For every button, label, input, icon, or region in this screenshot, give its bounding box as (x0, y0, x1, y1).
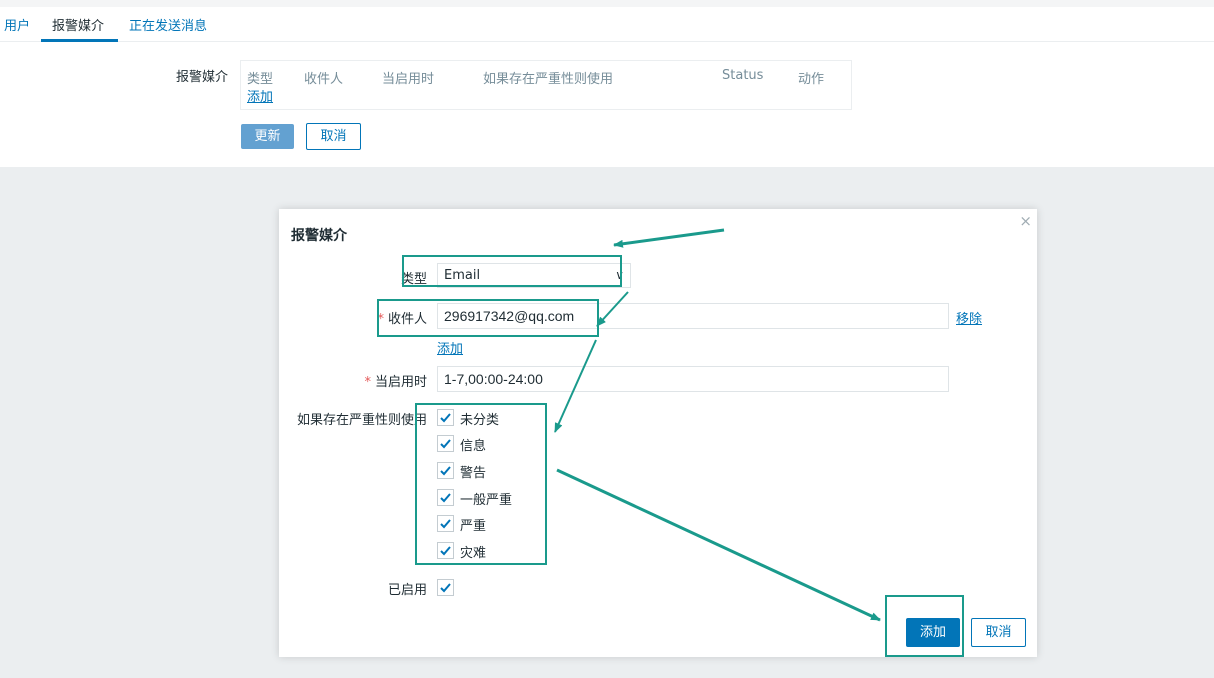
severity-label-warning: 警告 (460, 466, 487, 481)
add-button[interactable]: 添加 (906, 618, 960, 647)
required-mark: * (377, 312, 384, 327)
severity-label-not-classified: 未分类 (460, 413, 500, 428)
recipient-input[interactable]: 296917342@qq.com (437, 303, 949, 329)
tab-user[interactable]: 用户 (4, 15, 30, 34)
severity-label-average: 一般严重 (460, 493, 513, 508)
media-dialog: × 报警媒介 类型 Email ∨ * 收件人 296917342@qq.com … (279, 209, 1037, 657)
close-icon[interactable]: × (1019, 212, 1032, 230)
tab-media[interactable]: 报警媒介 (52, 15, 104, 34)
severity-checkbox-not-classified[interactable] (437, 409, 454, 426)
remove-recipient-link[interactable]: 移除 (956, 308, 982, 327)
enabled-label: 已启用 (387, 583, 427, 598)
column-header-when-active: 当启用时 (382, 72, 435, 87)
required-mark: * (364, 375, 371, 390)
update-button[interactable]: 更新 (241, 124, 294, 149)
checkmark-icon (440, 583, 451, 593)
checkmark-icon (440, 413, 451, 423)
column-header-action: 动作 (798, 72, 825, 87)
add-media-link[interactable]: 添加 (247, 86, 273, 105)
checkmark-icon (440, 439, 451, 449)
severity-checkbox-high[interactable] (437, 515, 454, 532)
checkmark-icon (440, 519, 451, 529)
chevron-down-icon: ∨ (615, 268, 624, 282)
recipient-label: * 收件人 (339, 308, 427, 327)
type-label: 类型 (400, 272, 427, 287)
severity-checkbox-warning[interactable] (437, 462, 454, 479)
column-header-status: Status (722, 68, 764, 83)
active-tab-indicator (41, 39, 118, 42)
type-select[interactable]: Email ∨ (437, 263, 631, 288)
type-select-value: Email (444, 268, 481, 283)
checkmark-icon (440, 466, 451, 476)
recipient-label-text: 收件人 (387, 312, 427, 327)
severity-label-high: 严重 (460, 519, 487, 534)
when-active-input[interactable]: 1-7,00:00-24:00 (437, 366, 949, 392)
enabled-checkbox[interactable] (437, 579, 454, 596)
dialog-cancel-button[interactable]: 取消 (971, 618, 1026, 647)
severity-label-information: 信息 (460, 439, 487, 454)
top-strip (0, 0, 1214, 7)
media-row-label: 报警媒介 (176, 70, 229, 85)
user-media-page: 用户 报警媒介 正在发送消息 报警媒介 类型 收件人 当启用时 如果存在严重性则… (0, 7, 1214, 167)
column-header-recipient: 收件人 (304, 72, 344, 87)
tab-bar: 用户 报警媒介 正在发送消息 (0, 7, 1214, 42)
checkmark-icon (440, 493, 451, 503)
add-recipient-link[interactable]: 添加 (437, 338, 463, 357)
severity-checkbox-information[interactable] (437, 435, 454, 452)
when-active-label: * 当启用时 (339, 371, 427, 390)
when-active-label-text: 当启用时 (374, 375, 427, 390)
column-header-type: 类型 (247, 72, 274, 87)
severity-checkbox-average[interactable] (437, 489, 454, 506)
severity-label-disaster: 灾难 (460, 546, 487, 561)
severity-checkbox-disaster[interactable] (437, 542, 454, 559)
severity-label: 如果存在严重性则使用 (296, 413, 427, 428)
checkmark-icon (440, 546, 451, 556)
column-header-severity: 如果存在严重性则使用 (483, 72, 614, 87)
cancel-button[interactable]: 取消 (306, 123, 361, 150)
dialog-title: 报警媒介 (291, 228, 347, 244)
tab-sending-messages[interactable]: 正在发送消息 (129, 15, 207, 34)
media-table: 类型 收件人 当启用时 如果存在严重性则使用 Status 动作 添加 (240, 60, 852, 110)
